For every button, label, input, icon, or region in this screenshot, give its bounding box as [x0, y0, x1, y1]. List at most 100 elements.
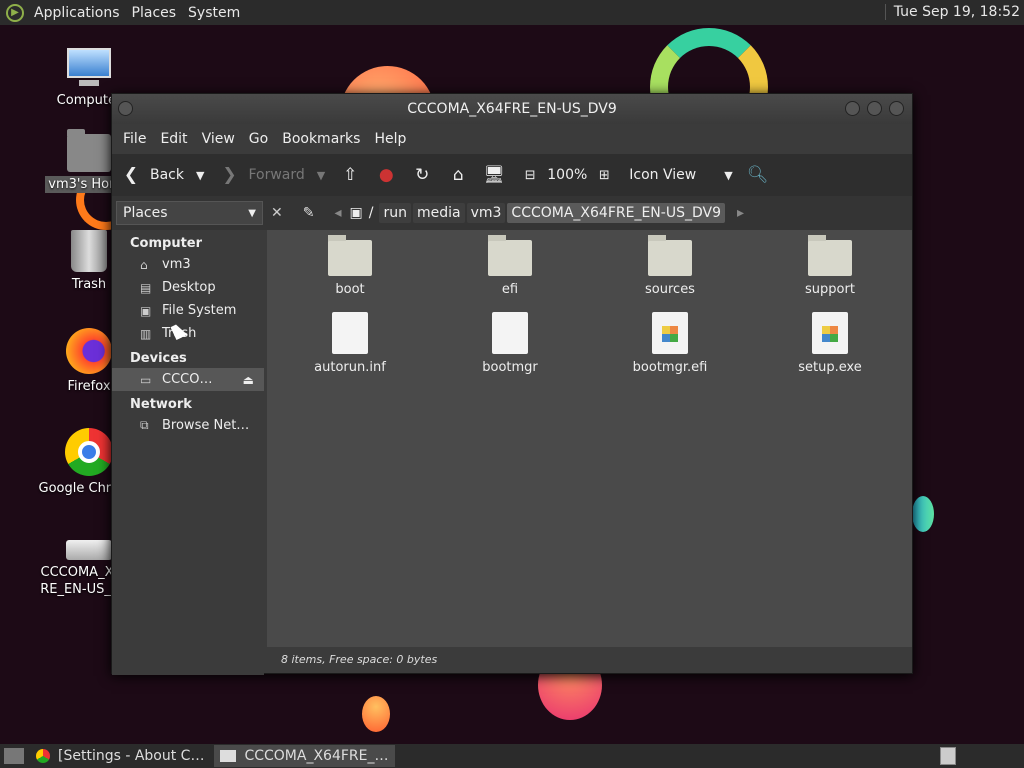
- distro-logo-icon[interactable]: ▶: [6, 3, 24, 22]
- folder-icon: [648, 235, 692, 276]
- computer-icon: [65, 46, 113, 88]
- close-sidebar-icon[interactable]: ✕: [271, 205, 283, 221]
- chrome-icon: [65, 428, 113, 476]
- taskbar-item-settings[interactable]: [Settings - About C…: [30, 745, 210, 767]
- filesystem-root-icon[interactable]: ▣: [350, 205, 363, 221]
- zoom-control[interactable]: ⊟ 100% ⊞: [519, 164, 615, 186]
- zoom-in-icon[interactable]: ⊞: [593, 164, 615, 186]
- bottom-panel: [Settings - About C… CCCOMA_X64FRE_…: [0, 744, 1024, 768]
- file-item[interactable]: setup.exe: [775, 312, 885, 375]
- breadcrumb-left-arrow-icon[interactable]: ◂: [334, 205, 341, 221]
- home-icon: ⌂: [140, 257, 148, 272]
- sidebar-item-trash[interactable]: ▥ Trash: [112, 322, 264, 345]
- breadcrumb-vm3[interactable]: vm3: [466, 203, 506, 223]
- breadcrumb-run[interactable]: run: [379, 203, 411, 223]
- up-button[interactable]: ⇧: [339, 164, 361, 186]
- computer-icon: 🖥: [483, 165, 506, 185]
- places-menu[interactable]: Places: [128, 5, 185, 21]
- sidebar-header-network: Network: [130, 397, 192, 412]
- system-menu[interactable]: System: [184, 5, 248, 21]
- home-folder-icon: [67, 129, 111, 172]
- drive-icon: [66, 540, 112, 560]
- clock[interactable]: Tue Sep 19, 18:52: [884, 4, 1020, 20]
- top-panel: ▶ Applications Places System Tue Sep 19,…: [0, 0, 1024, 25]
- menu-help[interactable]: Help: [367, 131, 413, 147]
- file-item[interactable]: sources: [615, 235, 725, 297]
- sidebar-item-desktop[interactable]: ▤ Desktop: [112, 276, 264, 299]
- sidebar-header-devices: Devices: [130, 351, 187, 366]
- breadcrumb-current[interactable]: CCCOMA_X64FRE_EN-US_DV9: [507, 203, 725, 223]
- wallpaper-shape: [362, 696, 390, 732]
- back-history-dropdown-icon[interactable]: ▼: [196, 169, 204, 182]
- sidebar-selector[interactable]: Places ▼: [116, 201, 263, 225]
- sidebar-item-vm3[interactable]: ⌂ vm3: [112, 253, 264, 276]
- folder-icon: [328, 235, 372, 276]
- back-label: Back: [150, 167, 184, 183]
- menu-bookmarks[interactable]: Bookmarks: [275, 131, 367, 147]
- file-item[interactable]: efi: [455, 235, 565, 297]
- applications-menu[interactable]: Applications: [30, 5, 128, 21]
- taskbar-item-file-manager[interactable]: CCCOMA_X64FRE_…: [214, 745, 395, 767]
- network-icon: ⧉: [140, 418, 149, 432]
- chrome-icon: [36, 749, 50, 763]
- search-icon: 🔍︎: [746, 165, 769, 185]
- location-bar: Places ▼ ✕ ✎ ◂ ▣ / run media vm3 CCCOMA_…: [112, 196, 912, 230]
- computer-button[interactable]: 🖥: [483, 164, 505, 186]
- breadcrumb-right-arrow-icon[interactable]: ▸: [737, 205, 744, 221]
- menu-file[interactable]: File: [116, 131, 153, 147]
- trash-icon: ▥: [140, 326, 152, 341]
- back-arrow-icon: ❮: [123, 165, 139, 185]
- search-button[interactable]: 🔍︎: [747, 164, 769, 186]
- forward-arrow-icon: ❯: [222, 165, 237, 185]
- sidebar-selector-label: Places: [123, 205, 168, 221]
- file-item[interactable]: autorun.inf: [295, 312, 405, 375]
- file-item[interactable]: bootmgr: [455, 312, 565, 375]
- toolbar: ❮ Back ▼ ❯ Forward ▼ ⇧ ● ↻ ⌂ 🖥 ⊟ 100% ⊞ …: [112, 154, 912, 196]
- file-item[interactable]: bootmgr.efi: [615, 312, 725, 375]
- window-titlebar[interactable]: CCCOMA_X64FRE_EN-US_DV9: [112, 94, 912, 124]
- file-item[interactable]: boot: [295, 235, 405, 297]
- trash-icon: [71, 230, 107, 272]
- stop-icon: ●: [378, 165, 394, 185]
- file-view[interactable]: boot efi sources support autorun.inf boo…: [267, 230, 912, 647]
- sidebar-item-device[interactable]: ▭ CCCO… ⏏: [112, 368, 264, 391]
- edit-location-icon[interactable]: ✎: [303, 205, 315, 221]
- stop-button[interactable]: ●: [375, 164, 397, 186]
- view-mode-label: Icon View: [629, 167, 697, 183]
- view-mode-select[interactable]: Icon View ▼: [629, 167, 732, 183]
- breadcrumb-media[interactable]: media: [412, 203, 465, 223]
- folder-icon: [808, 235, 852, 276]
- menu-bar: File Edit View Go Bookmarks Help: [112, 124, 912, 154]
- zoom-out-icon[interactable]: ⊟: [519, 164, 541, 186]
- sidebar-header-computer: Computer: [130, 236, 203, 251]
- sidebar-item-browse-network[interactable]: ⧉ Browse Net…: [112, 414, 264, 437]
- back-button[interactable]: ❮ Back ▼: [120, 164, 205, 186]
- file-item[interactable]: support: [775, 235, 885, 297]
- home-button[interactable]: ⌂: [447, 164, 469, 186]
- menu-go[interactable]: Go: [242, 131, 275, 147]
- window-menu-button[interactable]: [118, 101, 133, 116]
- menu-view[interactable]: View: [195, 131, 242, 147]
- close-button[interactable]: [889, 101, 904, 116]
- show-desktop-icon[interactable]: [4, 748, 24, 764]
- reload-icon: ↻: [415, 165, 430, 185]
- eject-icon[interactable]: ⏏: [243, 373, 254, 387]
- maximize-button[interactable]: [867, 101, 882, 116]
- filesystem-icon: ▣: [140, 303, 152, 318]
- reload-button[interactable]: ↻: [411, 164, 433, 186]
- minimize-button[interactable]: [845, 101, 860, 116]
- wallpaper-shape: [912, 496, 934, 532]
- workspace-switcher[interactable]: [940, 747, 956, 765]
- zoom-level: 100%: [547, 167, 588, 183]
- desktop-icon: ▤: [140, 280, 152, 295]
- document-icon: [492, 312, 528, 354]
- forward-history-dropdown-icon[interactable]: ▼: [317, 169, 325, 182]
- forward-button[interactable]: ❯ Forward ▼: [218, 164, 325, 186]
- chevron-down-icon: ▼: [248, 207, 256, 219]
- document-icon: [332, 312, 368, 354]
- menu-edit[interactable]: Edit: [153, 131, 194, 147]
- drive-icon: ▭: [140, 372, 152, 387]
- sidebar-item-filesystem[interactable]: ▣ File System: [112, 299, 264, 322]
- folder-icon: [488, 235, 532, 276]
- status-bar: 8 items, Free space: 0 bytes: [267, 647, 912, 673]
